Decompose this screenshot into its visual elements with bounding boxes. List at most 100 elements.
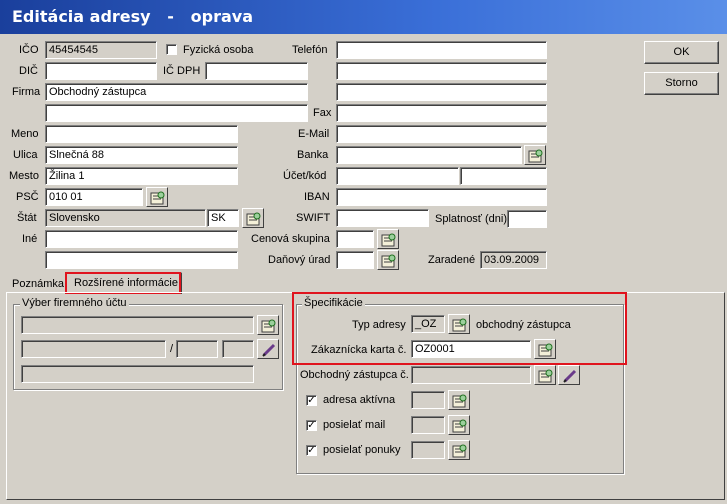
typ-adresy-field[interactable]: _OZ (411, 315, 445, 333)
ucet-label: Účet/kód (283, 170, 327, 182)
lookup-icon (538, 343, 553, 357)
lookup-icon (528, 149, 543, 163)
ine-field-2[interactable] (45, 251, 238, 269)
danovy-urad-lookup-button[interactable] (377, 250, 399, 270)
mesto-label: Mesto (9, 170, 39, 182)
dic-field[interactable] (45, 62, 157, 80)
iban-label: IBAN (304, 191, 330, 203)
posielat-ponuky-checkbox[interactable]: ✓ (306, 445, 317, 456)
lookup-icon (452, 394, 467, 408)
stat-field[interactable]: Slovensko (45, 209, 206, 227)
danovy-urad-label: Daňový úrad (268, 254, 331, 266)
banka-field[interactable] (336, 146, 522, 164)
cenova-skupina-lookup-button[interactable] (377, 229, 399, 249)
icdph-field[interactable] (205, 62, 308, 80)
dic-label: DIČ (19, 65, 38, 77)
obchodny-zastupca-field[interactable] (411, 366, 531, 384)
lookup-icon (150, 191, 165, 205)
swift-field[interactable] (336, 209, 429, 227)
ok-button[interactable]: OK (644, 41, 719, 64)
fyzicka-osoba-checkbox[interactable] (166, 44, 177, 55)
typ-adresy-description: obchodný zástupca (476, 319, 571, 331)
tab-poznamka[interactable]: Poznámka (12, 278, 64, 290)
posielat-mail-label: posielať mail (323, 419, 386, 431)
ico-label: IČO (19, 44, 39, 56)
cenova-skupina-field[interactable] (336, 230, 374, 248)
firma-field[interactable]: Obchodný zástupca (45, 83, 308, 101)
kod-field[interactable] (460, 167, 547, 185)
ulica-label: Ulica (13, 149, 38, 161)
telefon-field-3[interactable] (336, 83, 547, 101)
iban-field[interactable] (336, 188, 547, 206)
firemny-ucet-title: Výber firemného účtu (20, 297, 129, 309)
firma-label: Firma (12, 86, 41, 98)
swift-label: SWIFT (296, 212, 331, 224)
psc-lookup-button[interactable] (146, 187, 168, 207)
pencil-icon (563, 369, 577, 383)
firemny-ucet-number-field[interactable] (21, 340, 166, 358)
adresa-aktivna-checkbox[interactable]: ✓ (306, 395, 317, 406)
telefon-label: Telefón (292, 44, 328, 56)
stat-code-field[interactable]: SK (207, 209, 239, 227)
ucet-field[interactable] (336, 167, 459, 185)
storno-button[interactable]: Storno (644, 72, 719, 95)
splatnost-label: Splatnosť (dni) (435, 213, 507, 225)
meno-label: Meno (11, 128, 39, 140)
tab-highlight-box (65, 272, 181, 294)
posielat-mail-checkbox[interactable]: ✓ (306, 420, 317, 431)
email-field[interactable] (336, 125, 547, 143)
adresa-aktivna-lookup-button[interactable] (448, 390, 470, 410)
stat-label: Štát (17, 212, 37, 224)
telefon-field[interactable] (336, 41, 547, 59)
obchodny-zastupca-lookup-button[interactable] (534, 365, 556, 385)
zaradene-field: 03.09.2009 (480, 251, 547, 269)
psc-field[interactable]: 010 01 (45, 188, 143, 206)
mesto-field[interactable]: Žilina 1 (45, 167, 238, 185)
zakaznicka-karta-field[interactable]: OZ0001 (411, 340, 531, 358)
posielat-mail-lookup-button[interactable] (448, 415, 470, 435)
zakaznicka-karta-label: Zákaznícka karta č. (311, 344, 407, 356)
banka-label: Banka (297, 149, 329, 161)
stat-lookup-button[interactable] (242, 208, 264, 228)
posielat-ponuky-lookup-button[interactable] (448, 440, 470, 460)
ok-button-label: OK (673, 46, 690, 58)
banka-lookup-button[interactable] (524, 145, 546, 165)
firemny-ucet-edit-button[interactable] (257, 339, 279, 359)
firma-field-2[interactable] (45, 104, 308, 122)
splatnost-field[interactable] (507, 210, 547, 228)
firemny-ucet-separator: / (170, 343, 174, 355)
lookup-icon (452, 419, 467, 433)
firemny-ucet-name-field[interactable] (21, 365, 254, 383)
meno-field[interactable] (45, 125, 238, 143)
ulica-field[interactable]: Slnečná 88 (45, 146, 238, 164)
ine-label: Iné (22, 233, 38, 245)
lookup-icon (538, 369, 553, 383)
posielat-ponuky-field[interactable] (411, 441, 445, 459)
lookup-icon (452, 318, 467, 332)
ine-field[interactable] (45, 230, 238, 248)
firemny-ucet-lookup-button[interactable] (257, 315, 279, 335)
fax-label: Fax (313, 107, 332, 119)
zakaznicka-karta-lookup-button[interactable] (534, 339, 556, 359)
fax-field[interactable] (336, 104, 547, 122)
cenova-skupina-label: Cenová skupina (251, 233, 330, 245)
lookup-icon (452, 444, 467, 458)
telefon-field-2[interactable] (336, 62, 547, 80)
danovy-urad-field[interactable] (336, 251, 374, 269)
adresa-aktivna-label: adresa aktívna (323, 394, 396, 406)
typ-adresy-lookup-button[interactable] (448, 314, 470, 334)
lookup-icon (381, 233, 396, 247)
firemny-ucet-code-field[interactable] (176, 340, 218, 358)
title-bar: Editácia adresy - oprava (0, 0, 727, 34)
lookup-icon (246, 212, 261, 226)
typ-adresy-label: Typ adresy (352, 319, 406, 331)
lookup-icon (381, 254, 396, 268)
lookup-icon (261, 319, 276, 333)
obchodny-zastupca-edit-button[interactable] (558, 365, 580, 385)
obchodny-zastupca-label: Obchodný zástupca č. (300, 369, 409, 381)
ico-field[interactable]: 45454545 (45, 41, 157, 59)
firemny-ucet-extra-field[interactable] (222, 340, 254, 358)
posielat-mail-field[interactable] (411, 416, 445, 434)
adresa-aktivna-field[interactable] (411, 391, 445, 409)
firemny-ucet-field[interactable] (21, 316, 254, 334)
